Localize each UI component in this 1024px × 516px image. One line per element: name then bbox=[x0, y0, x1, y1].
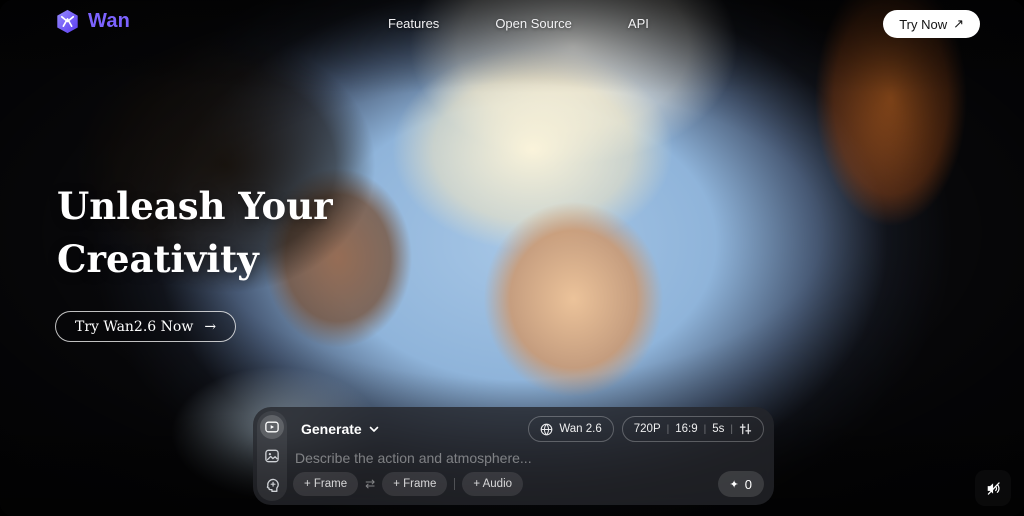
credits-pill[interactable]: ✦ 0 bbox=[718, 471, 764, 497]
image-icon bbox=[265, 449, 279, 463]
hero-title-line2: Creativity bbox=[57, 233, 333, 286]
wan-landing-page: Wan Features Open Source API Try Now ↗ U… bbox=[0, 0, 1024, 516]
muted-speaker-icon bbox=[985, 480, 1002, 497]
pill-separator: | bbox=[667, 424, 670, 435]
prompt-input[interactable] bbox=[295, 450, 735, 466]
avatar-plus-icon bbox=[265, 478, 280, 493]
credits-value: 0 bbox=[745, 477, 752, 492]
arrow-right-icon: → bbox=[204, 319, 216, 335]
top-nav: Wan Features Open Source API Try Now ↗ bbox=[0, 0, 1024, 48]
mode-dropdown[interactable]: Generate bbox=[293, 418, 387, 440]
hero-title-line1: Unleash Your bbox=[57, 180, 333, 233]
model-label: Wan 2.6 bbox=[559, 423, 601, 435]
panel-bottom-row: + Frame ⇄ + Frame + Audio ✦ 0 bbox=[293, 471, 764, 497]
swap-frames-icon[interactable]: ⇄ bbox=[365, 477, 375, 491]
try-wan-now-button[interactable]: Try Wan2.6 Now → bbox=[55, 311, 236, 342]
nav-item-open-source[interactable]: Open Source bbox=[495, 16, 572, 31]
chevron-down-icon bbox=[369, 426, 379, 433]
nav-links: Features Open Source API bbox=[388, 16, 649, 31]
aspect-ratio-value: 16:9 bbox=[675, 423, 697, 435]
nav-item-features[interactable]: Features bbox=[388, 16, 439, 31]
logo-text: Wan bbox=[88, 10, 130, 33]
model-selector-pill[interactable]: Wan 2.6 bbox=[528, 416, 613, 442]
hero-title: Unleash Your Creativity bbox=[57, 180, 333, 285]
mode-label: Generate bbox=[301, 421, 362, 437]
wan-logo-icon bbox=[54, 9, 81, 34]
output-settings-pill[interactable]: 720P | 16:9 | 5s | bbox=[622, 416, 764, 442]
avatar-tab[interactable] bbox=[260, 473, 284, 497]
resolution-value: 720P bbox=[634, 423, 661, 435]
prompt-composer-panel: Generate Wan 2.6 720P bbox=[253, 407, 774, 505]
globe-icon bbox=[540, 423, 553, 436]
pill-separator: | bbox=[704, 424, 707, 435]
mute-button[interactable] bbox=[975, 470, 1011, 506]
add-end-frame-button[interactable]: + Frame bbox=[382, 472, 447, 496]
sparkle-icon: ✦ bbox=[730, 478, 739, 491]
nav-item-api[interactable]: API bbox=[628, 16, 649, 31]
image-tab[interactable] bbox=[260, 444, 284, 468]
add-start-frame-button[interactable]: + Frame bbox=[293, 472, 358, 496]
panel-content: Generate Wan 2.6 720P bbox=[293, 407, 764, 505]
hero-cta-label: Try Wan2.6 Now bbox=[75, 319, 193, 335]
settings-pills: Wan 2.6 720P | 16:9 | 5s | bbox=[528, 416, 764, 442]
video-tab[interactable] bbox=[260, 415, 284, 439]
sliders-icon bbox=[739, 423, 752, 435]
video-icon bbox=[265, 420, 279, 434]
divider bbox=[454, 478, 455, 490]
arrow-up-right-icon: ↗ bbox=[953, 16, 964, 32]
logo[interactable]: Wan bbox=[54, 9, 130, 34]
try-now-label: Try Now bbox=[899, 17, 947, 32]
add-audio-button[interactable]: + Audio bbox=[462, 472, 523, 496]
pill-separator: | bbox=[730, 424, 733, 435]
hero-section: Unleash Your Creativity Try Wan2.6 Now → bbox=[57, 180, 333, 342]
panel-top-row: Generate Wan 2.6 720P bbox=[293, 416, 764, 442]
duration-value: 5s bbox=[712, 423, 724, 435]
media-type-sidebar bbox=[257, 411, 287, 501]
try-now-button[interactable]: Try Now ↗ bbox=[883, 10, 980, 38]
